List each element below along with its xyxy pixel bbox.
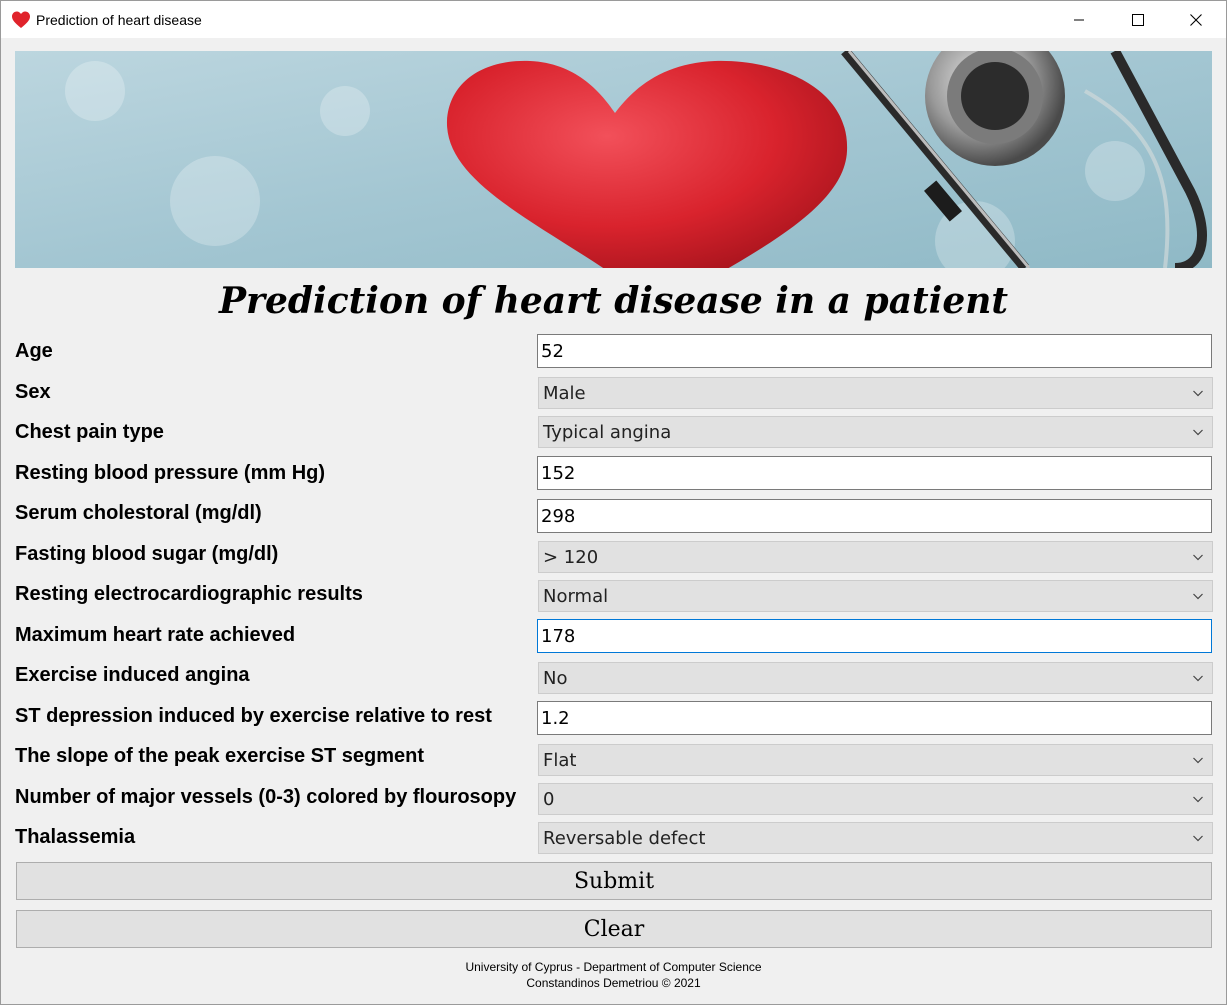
chest-pain-select[interactable]: Typical angina bbox=[538, 416, 1213, 448]
minimize-icon bbox=[1074, 19, 1084, 20]
vessels-label: Number of major vessels (0-3) colored by… bbox=[15, 786, 517, 808]
maximize-button[interactable] bbox=[1109, 1, 1167, 38]
chevron-down-icon bbox=[1193, 554, 1203, 561]
chevron-down-icon bbox=[1193, 593, 1203, 600]
chevron-down-icon bbox=[1193, 796, 1203, 803]
fbs-label: Fasting blood sugar (mg/dl) bbox=[15, 543, 279, 565]
cholesterol-input[interactable]: 298 bbox=[537, 499, 1212, 533]
clear-button[interactable]: Clear bbox=[16, 910, 1212, 948]
st-depression-label: ST depression induced by exercise relati… bbox=[15, 705, 492, 727]
slope-label: The slope of the peak exercise ST segmen… bbox=[15, 745, 425, 767]
chevron-down-icon bbox=[1193, 835, 1203, 842]
chevron-down-icon bbox=[1193, 675, 1203, 682]
angina-label: Exercise induced angina bbox=[15, 664, 250, 686]
resting-bp-input[interactable]: 152 bbox=[537, 456, 1212, 490]
close-icon bbox=[1190, 13, 1202, 26]
slope-select[interactable]: Flat bbox=[538, 744, 1213, 776]
angina-value: No bbox=[543, 668, 568, 689]
banner-image bbox=[15, 51, 1212, 268]
fbs-select[interactable]: > 120 bbox=[538, 541, 1213, 573]
max-hr-input[interactable]: 178 bbox=[537, 619, 1212, 653]
page-title: Prediction of heart disease in a patient bbox=[218, 280, 1009, 322]
thal-select[interactable]: Reversable defect bbox=[538, 822, 1213, 854]
chevron-down-icon bbox=[1193, 429, 1203, 436]
fbs-value: > 120 bbox=[543, 547, 599, 568]
chevron-down-icon bbox=[1193, 757, 1203, 764]
minimize-button[interactable] bbox=[1050, 1, 1108, 38]
chest-pain-value: Typical angina bbox=[543, 422, 672, 443]
footer-copyright: Constandinos Demetriou © 2021 bbox=[526, 976, 701, 990]
ecg-select[interactable]: Normal bbox=[538, 580, 1213, 612]
close-button[interactable] bbox=[1167, 1, 1225, 38]
slope-value: Flat bbox=[543, 750, 577, 771]
maximize-icon bbox=[1132, 13, 1144, 26]
st-depression-input[interactable]: 1.2 bbox=[537, 701, 1212, 735]
max-hr-value: 178 bbox=[541, 626, 576, 647]
sex-value: Male bbox=[543, 383, 586, 404]
chevron-down-icon bbox=[1193, 390, 1203, 397]
sex-label: Sex bbox=[15, 381, 51, 403]
title-bar: Prediction of heart disease bbox=[1, 1, 1226, 38]
ecg-value: Normal bbox=[543, 586, 609, 607]
resting-bp-label: Resting blood pressure (mm Hg) bbox=[15, 462, 326, 484]
cholesterol-value: 298 bbox=[541, 506, 576, 527]
age-input[interactable]: 52 bbox=[537, 334, 1212, 368]
vessels-value: 0 bbox=[543, 789, 555, 810]
window-title: Prediction of heart disease bbox=[36, 12, 202, 28]
age-value: 52 bbox=[541, 341, 564, 362]
heart-icon bbox=[12, 11, 30, 28]
age-label: Age bbox=[15, 340, 53, 362]
vessels-select[interactable]: 0 bbox=[538, 783, 1213, 815]
heart-stethoscope-illustration bbox=[15, 51, 1212, 268]
angina-select[interactable]: No bbox=[538, 662, 1213, 694]
chest-pain-label: Chest pain type bbox=[15, 421, 164, 443]
ecg-label: Resting electrocardiographic results bbox=[15, 583, 363, 605]
submit-button[interactable]: Submit bbox=[16, 862, 1212, 900]
sex-select[interactable]: Male bbox=[538, 377, 1213, 409]
app-window: Prediction of heart disease Prediction o… bbox=[0, 0, 1227, 1005]
footer-university: University of Cyprus - Department of Com… bbox=[465, 960, 762, 974]
resting-bp-value: 152 bbox=[541, 463, 576, 484]
thal-label: Thalassemia bbox=[15, 826, 136, 848]
thal-value: Reversable defect bbox=[543, 828, 706, 849]
cholesterol-label: Serum cholestoral (mg/dl) bbox=[15, 502, 262, 524]
max-hr-label: Maximum heart rate achieved bbox=[15, 624, 296, 646]
st-depression-value: 1.2 bbox=[541, 708, 570, 729]
